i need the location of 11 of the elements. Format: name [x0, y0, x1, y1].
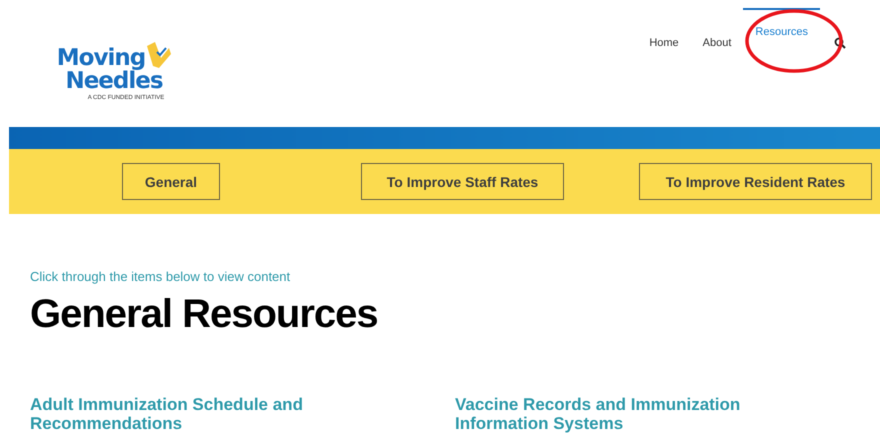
logo-text: Needles — [65, 70, 163, 93]
intro-text: Click through the items below to view content — [30, 269, 292, 284]
category-button[interactable]: General — [122, 163, 220, 200]
logo-text: Moving — [56, 47, 146, 70]
nav-link[interactable]: About — [690, 32, 744, 54]
bandage-check-icon — [145, 40, 172, 70]
page-heading: General Resources — [30, 292, 379, 337]
category-button[interactable]: To Improve Staff Rates — [361, 163, 564, 200]
search-icon[interactable] — [834, 37, 846, 49]
nav-link[interactable]: Home — [637, 32, 691, 54]
category-button[interactable]: To Improve Resident Rates — [639, 163, 872, 200]
